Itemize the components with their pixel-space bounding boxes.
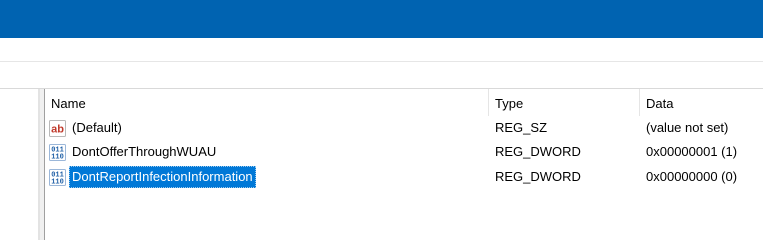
dword-glyph-bottom: 110 — [51, 154, 64, 162]
value-data: 0x00000000 (0) — [646, 169, 738, 184]
value-data: (value not set) — [646, 120, 729, 135]
value-data: 0x00000001 (1) — [646, 144, 738, 159]
address-bar[interactable] — [0, 62, 763, 88]
dword-value-icon: 011 110 — [49, 169, 66, 186]
dword-glyph-bottom: 110 — [51, 179, 64, 187]
value-row-dontofferthroughwuau[interactable]: 011 110 DontOfferThroughWUAU REG_DWORD 0… — [45, 141, 763, 165]
value-type: REG_DWORD — [495, 169, 581, 184]
value-row-dontreportinfectioninformation[interactable]: 011 110 DontReportInfectionInformation R… — [45, 166, 763, 190]
value-row-default[interactable]: ab (Default) REG_SZ (value not set) — [45, 117, 763, 141]
column-header-type[interactable]: Type — [489, 89, 639, 116]
string-value-glyph: ab — [51, 124, 64, 136]
value-name: (Default) — [72, 120, 122, 135]
menu-bar — [0, 38, 763, 61]
title-bar — [0, 0, 763, 38]
column-header-name[interactable]: Name — [45, 89, 488, 116]
values-list-view[interactable]: Name Type Data ab (Default) REG_SZ (valu… — [45, 89, 763, 240]
value-name: DontReportInfectionInformation — [69, 166, 256, 188]
string-value-icon: ab — [49, 120, 66, 137]
key-tree-pane[interactable] — [0, 89, 38, 240]
value-name: DontOfferThroughWUAU — [72, 144, 217, 159]
column-header-data[interactable]: Data — [640, 89, 763, 116]
value-type: REG_DWORD — [495, 144, 581, 159]
dword-value-icon: 011 110 — [49, 144, 66, 161]
value-type: REG_SZ — [495, 120, 548, 135]
